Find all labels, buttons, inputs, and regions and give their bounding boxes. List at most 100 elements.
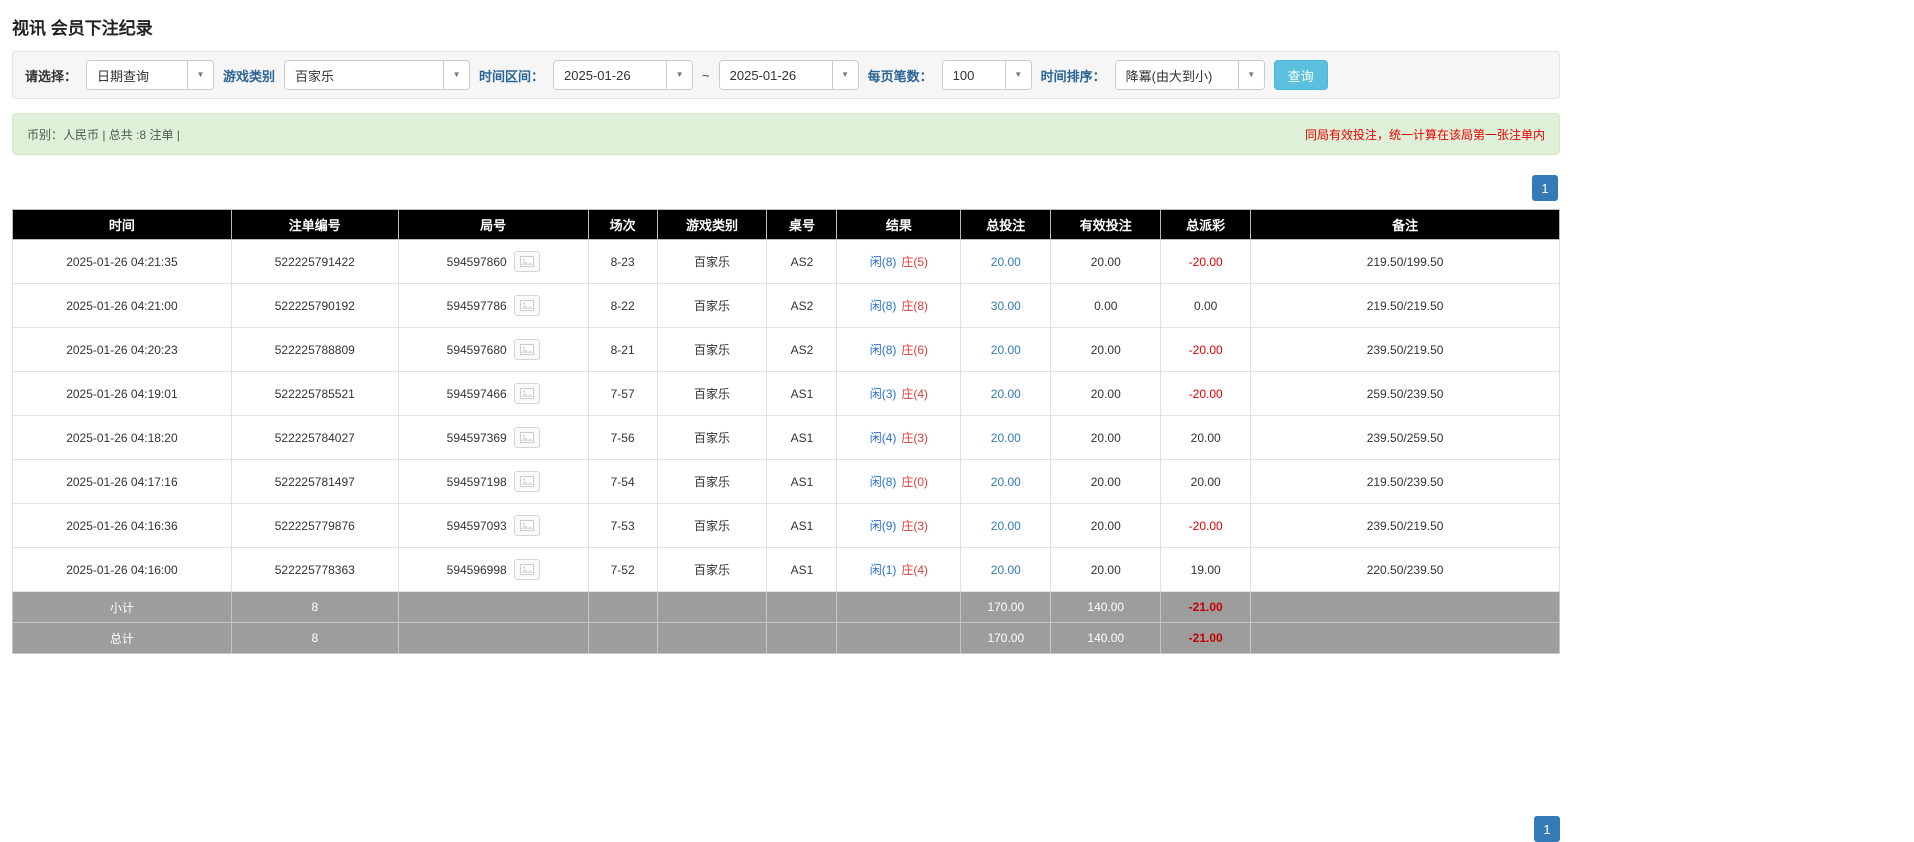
cell-table-no: AS2: [767, 284, 837, 328]
page-title: 视讯 会员下注纪录: [12, 0, 1560, 51]
cell-round-id: 594597093: [398, 504, 588, 548]
cell-total-bet[interactable]: 20.00: [961, 548, 1051, 592]
date-to-dropdown-button[interactable]: ▼: [832, 61, 858, 89]
cell-session: 8-23: [588, 240, 657, 284]
page-1-button[interactable]: 1: [1532, 175, 1558, 201]
query-type-input[interactable]: [87, 61, 187, 89]
col-header-session: 场次: [588, 210, 657, 240]
view-result-image-button[interactable]: [514, 427, 540, 448]
cell-round-id: 594597198: [398, 460, 588, 504]
cell-valid-bet: 20.00: [1051, 372, 1161, 416]
game-type-dropdown-button[interactable]: ▼: [443, 61, 469, 89]
grand-total-total-bet: 170.00: [961, 623, 1051, 654]
page-1-button-bottom[interactable]: 1: [1534, 816, 1560, 842]
time-sort-input[interactable]: [1116, 61, 1238, 89]
cell-remark: 239.50/219.50: [1251, 328, 1560, 372]
picture-icon: [520, 520, 534, 531]
cell-session: 7-53: [588, 504, 657, 548]
date-to-combo[interactable]: ▼: [719, 60, 859, 90]
cell-valid-bet: 20.00: [1051, 504, 1161, 548]
cell-remark: 239.50/219.50: [1251, 504, 1560, 548]
view-result-image-button[interactable]: [514, 383, 540, 404]
time-sort-combo[interactable]: ▼: [1115, 60, 1265, 90]
cell-bet-id: 522225791422: [231, 240, 398, 284]
grand-total-count: 8: [231, 623, 398, 654]
table-row: 2025-01-26 04:16:36 522225779876 5945970…: [13, 504, 1560, 548]
cell-result: 闲(4)庄(3): [837, 416, 961, 460]
subtotal-count: 8: [231, 592, 398, 623]
col-header-result: 结果: [837, 210, 961, 240]
cell-remark: 220.50/239.50: [1251, 548, 1560, 592]
subtotal-payout: -21.00: [1161, 592, 1251, 623]
cell-bet-id: 522225779876: [231, 504, 398, 548]
cell-bet-id: 522225778363: [231, 548, 398, 592]
col-header-round-id: 局号: [398, 210, 588, 240]
cell-payout: -20.00: [1161, 504, 1251, 548]
cell-payout: 19.00: [1161, 548, 1251, 592]
cell-result: 闲(3)庄(4): [837, 372, 961, 416]
query-type-dropdown-button[interactable]: ▼: [187, 61, 213, 89]
cell-total-bet[interactable]: 20.00: [961, 328, 1051, 372]
date-to-input[interactable]: [720, 61, 832, 89]
cell-result: 闲(8) 庄(5): [837, 240, 961, 284]
view-result-image-button[interactable]: [514, 339, 540, 360]
cell-game-type: 百家乐: [657, 284, 767, 328]
round-id-text: 594597198: [447, 475, 507, 489]
query-type-combo[interactable]: ▼: [86, 60, 214, 90]
cell-bet-id: 522225790192: [231, 284, 398, 328]
banker-result: 庄(6): [901, 343, 928, 357]
banker-result: 庄(5): [901, 255, 928, 269]
banker-result: 庄(8): [901, 299, 928, 313]
cell-round-id: 594597786: [398, 284, 588, 328]
cell-total-bet[interactable]: 30.00: [961, 284, 1051, 328]
cell-time: 2025-01-26 04:21:00: [13, 284, 232, 328]
cell-total-bet[interactable]: 20.00: [961, 240, 1051, 284]
player-result: 闲(8): [870, 255, 897, 269]
cell-remark: 219.50/219.50: [1251, 284, 1560, 328]
game-type-input[interactable]: [285, 61, 443, 89]
view-result-image-button[interactable]: [514, 471, 540, 492]
player-result: 闲(4): [870, 431, 897, 445]
view-result-image-button[interactable]: [514, 559, 540, 580]
cell-game-type: 百家乐: [657, 240, 767, 284]
table-row: 2025-01-26 04:20:23 522225788809 5945976…: [13, 328, 1560, 372]
page-size-input[interactable]: [943, 61, 1005, 89]
page-size-combo[interactable]: ▼: [942, 60, 1032, 90]
cell-payout: 0.00: [1161, 284, 1251, 328]
cell-total-bet[interactable]: 20.00: [961, 372, 1051, 416]
date-from-input[interactable]: [554, 61, 666, 89]
cell-table-no: AS2: [767, 240, 837, 284]
caret-down-icon: ▼: [676, 71, 684, 79]
view-result-image-button[interactable]: [514, 251, 540, 272]
page-size-dropdown-button[interactable]: ▼: [1005, 61, 1031, 89]
date-range-separator: ~: [702, 68, 710, 83]
player-result: 闲(9): [870, 519, 897, 533]
cell-remark: 239.50/259.50: [1251, 416, 1560, 460]
view-result-image-button[interactable]: [514, 295, 540, 316]
banker-result: 庄(4): [901, 563, 928, 577]
date-range-label: 时间区间：: [479, 66, 544, 85]
cell-result: 闲(8) 庄(8): [837, 284, 961, 328]
cell-result: 闲(8)庄(6): [837, 328, 961, 372]
table-row: 2025-01-26 04:21:00 522225790192 5945977…: [13, 284, 1560, 328]
cell-total-bet[interactable]: 20.00: [961, 504, 1051, 548]
player-result: 闲(8): [870, 299, 897, 313]
date-from-combo[interactable]: ▼: [553, 60, 693, 90]
picture-icon: [520, 432, 534, 443]
view-result-image-button[interactable]: [514, 515, 540, 536]
subtotal-valid-bet: 140.00: [1051, 592, 1161, 623]
cell-total-bet[interactable]: 20.00: [961, 416, 1051, 460]
col-header-valid-bet: 有效投注: [1051, 210, 1161, 240]
date-from-dropdown-button[interactable]: ▼: [666, 61, 692, 89]
subtotal-row: 小计 8 170.00 140.00 -21.00: [13, 592, 1560, 623]
filter-bar: 请选择： ▼ 游戏类别 ▼ 时间区间： ▼ ~ ▼ 每页笔数： ▼ 时间排序： …: [12, 51, 1560, 99]
player-result: 闲(3): [870, 387, 897, 401]
game-type-combo[interactable]: ▼: [284, 60, 470, 90]
cell-payout: -20.00: [1161, 372, 1251, 416]
picture-icon: [520, 388, 534, 399]
search-button[interactable]: 查询: [1274, 60, 1328, 90]
cell-total-bet[interactable]: 20.00: [961, 460, 1051, 504]
pagination-bottom: 1: [1534, 816, 1560, 842]
table-header-row: 时间 注单编号 局号 场次 游戏类别 桌号 结果 总投注 有效投注 总派彩 备注: [13, 210, 1560, 240]
time-sort-dropdown-button[interactable]: ▼: [1238, 61, 1264, 89]
